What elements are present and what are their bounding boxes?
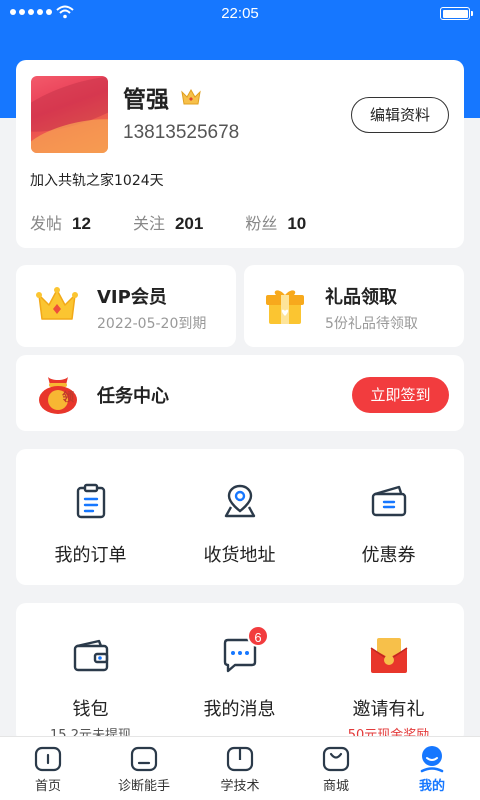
tab-shop[interactable]: 商城 xyxy=(288,737,384,800)
shop-bag-icon xyxy=(322,746,350,772)
lucky-bag-label: 领 xyxy=(61,390,74,404)
my-orders-label: 我的订单 xyxy=(54,545,127,566)
tab-bar: 首页 诊断能手 学技术 商城 我的 xyxy=(0,736,480,800)
task-center-card[interactable]: 领 任务中心 立即签到 xyxy=(16,355,464,431)
sign-in-button[interactable]: 立即签到 xyxy=(352,377,449,413)
gift-card[interactable]: 礼品领取 5份礼品待领取 xyxy=(244,265,464,347)
gift-sub: 5份礼品待领取 xyxy=(325,316,418,332)
status-bar: 22:05 xyxy=(0,0,480,28)
vip-card[interactable]: VIP会员 2022-05-20到期 xyxy=(16,265,236,347)
book-icon xyxy=(226,746,254,772)
tab-home[interactable]: 首页 xyxy=(0,737,96,800)
tab-label: 诊断能手 xyxy=(117,779,170,794)
stat-following[interactable]: 关注 201 xyxy=(133,210,203,234)
user-phone: 13813525678 xyxy=(123,122,240,143)
home-icon xyxy=(34,746,62,772)
invite-item[interactable]: 邀请有礼 50元现金奖励 xyxy=(314,635,463,743)
profile-card: 管强 13813525678 编辑资料 加入共轨之家1024天 发帖 12 关注… xyxy=(16,60,464,248)
services-grid: 钱包 15.2元未提现 6 我的消息 邀请有礼 50元现金奖励 xyxy=(16,603,464,743)
gift-icon xyxy=(266,290,304,324)
unread-badge: 6 xyxy=(247,625,269,647)
wallet-icon xyxy=(73,639,108,672)
tab-label: 学技术 xyxy=(220,779,260,794)
stat-followers[interactable]: 粉丝 10 xyxy=(245,210,306,234)
battery-icon xyxy=(440,7,473,20)
tab-learn[interactable]: 学技术 xyxy=(192,737,288,800)
address-item[interactable]: 收货地址 xyxy=(165,481,314,567)
my-orders-item[interactable]: 我的订单 xyxy=(16,481,165,567)
crown-icon xyxy=(36,287,78,320)
tab-label: 首页 xyxy=(34,779,61,794)
task-title: 任务中心 xyxy=(97,386,169,407)
crown-badge-icon xyxy=(181,88,201,105)
user-name: 管强 xyxy=(123,87,169,113)
wallet-item[interactable]: 钱包 15.2元未提现 xyxy=(16,635,165,743)
tab-label: 我的 xyxy=(418,779,445,794)
stat-label: 关注 xyxy=(132,214,165,233)
location-icon xyxy=(224,484,255,518)
stat-value: 201 xyxy=(174,214,204,233)
user-icon xyxy=(420,746,444,773)
messages-item[interactable]: 6 我的消息 xyxy=(165,625,314,721)
avatar[interactable] xyxy=(31,76,108,153)
stat-label: 发帖 xyxy=(30,214,63,233)
tab-label: 商城 xyxy=(322,779,349,794)
order-icon xyxy=(76,483,105,519)
stat-value: 10 xyxy=(287,214,307,233)
vip-title: VIP会员 xyxy=(97,287,167,308)
gift-title: 礼品领取 xyxy=(325,287,397,308)
stat-value: 12 xyxy=(72,214,91,233)
wallet-label: 钱包 xyxy=(72,699,109,720)
vip-expiry: 2022-05-20到期 xyxy=(97,316,207,332)
coupons-label: 优惠券 xyxy=(361,545,416,566)
stat-posts[interactable]: 发帖 12 xyxy=(30,210,91,234)
tab-mine[interactable]: 我的 xyxy=(384,737,480,800)
clock: 22:05 xyxy=(221,5,259,22)
user-stats: 发帖 12 关注 201 粉丝 10 xyxy=(30,210,348,234)
red-envelope-icon xyxy=(370,638,407,673)
joined-days: 加入共轨之家1024天 xyxy=(30,173,164,189)
coupons-item[interactable]: 优惠券 xyxy=(314,481,463,567)
address-label: 收货地址 xyxy=(203,545,276,566)
orders-grid: 我的订单 收货地址 优惠券 xyxy=(16,449,464,585)
stat-label: 粉丝 xyxy=(245,214,278,233)
edit-profile-button[interactable]: 编辑资料 xyxy=(351,97,449,133)
messages-label: 我的消息 xyxy=(203,699,276,720)
tab-diagnose[interactable]: 诊断能手 xyxy=(96,737,192,800)
invite-label: 邀请有礼 xyxy=(352,699,425,720)
coupon-icon xyxy=(371,485,406,517)
diagnose-icon xyxy=(130,746,158,772)
